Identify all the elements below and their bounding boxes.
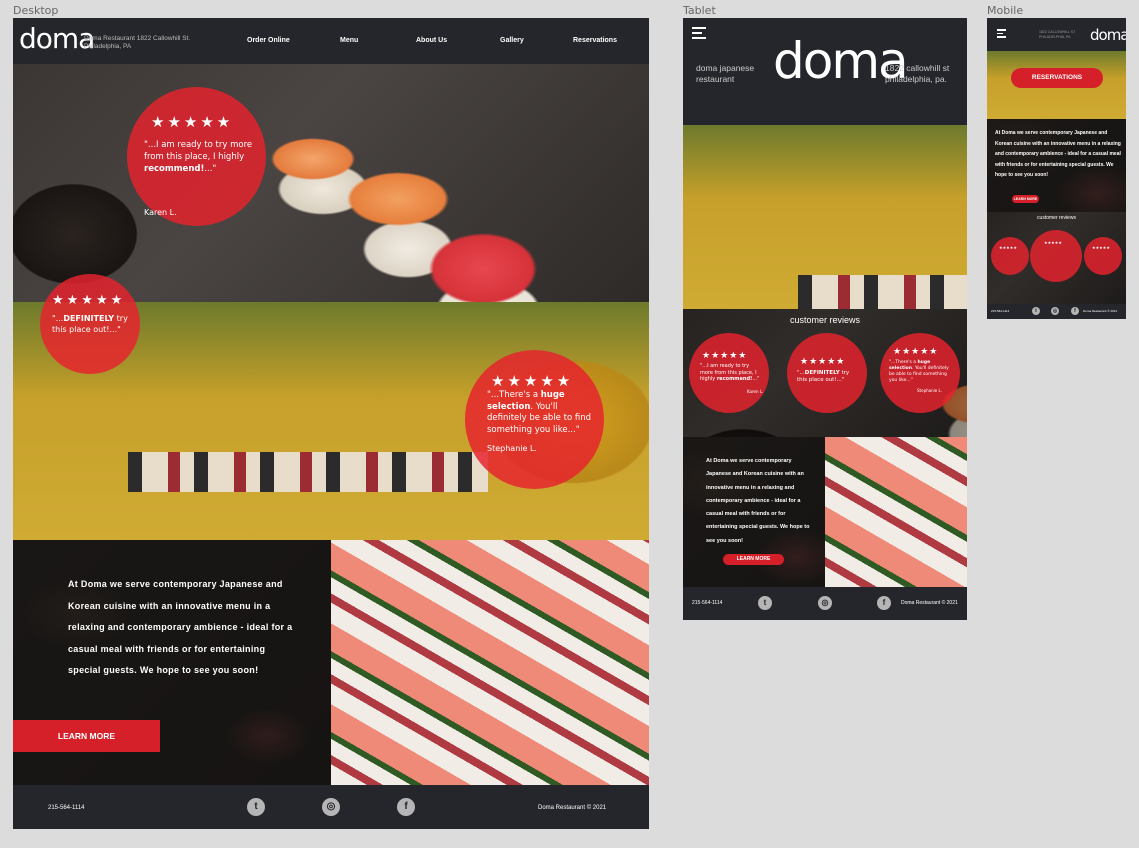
facebook-icon[interactable]: f (877, 596, 891, 610)
hamburger-menu-icon[interactable] (997, 29, 1006, 41)
nav-gallery[interactable]: Gallery (500, 37, 524, 44)
desktop-frame: doma Doma Restaurant 1822 Callowhill St.… (13, 18, 649, 829)
review-emphasis: DEFINITELY (63, 314, 115, 323)
review-text: "...There's a (487, 390, 541, 400)
review-bubble: ★★★★★ "...I am ready to try more from th… (127, 87, 266, 226)
header-address: Doma Restaurant 1822 Callowhill St. Phil… (84, 35, 191, 50)
review-author: Stephanie L. (487, 444, 537, 453)
about-text: At Doma we serve contemporary Japanese a… (706, 458, 810, 544)
star-rating: ★★★★★ (52, 292, 126, 307)
learn-more-button[interactable]: LEARN MORE (13, 720, 160, 752)
hamburger-menu-icon[interactable] (692, 27, 706, 42)
reviews-section: customer reviews ★★★★★ "...I am ready to… (683, 309, 967, 437)
review-author: Stephanie L. (917, 388, 942, 393)
desktop-header: doma Doma Restaurant 1822 Callowhill St.… (13, 18, 649, 64)
twitter-icon[interactable]: t (1032, 307, 1040, 315)
review-text: "... (52, 314, 64, 323)
review-quote: "...I am ready to try more from this pla… (700, 363, 762, 383)
review-bubble: ★★★★★ "...DEFINITELY try this place out!… (787, 333, 867, 413)
review-quote: "...DEFINITELY try this place out!..." (797, 370, 859, 384)
footer-copyright: Doma Restaurant © 2021 (901, 600, 958, 606)
desktop-footer: 215-564-1114 t ◎ f Doma Restaurant © 202… (13, 785, 649, 829)
sushi-tray-image (825, 437, 967, 587)
star-rating: ★★★★★ (999, 245, 1017, 250)
reviews-title: customer reviews (1037, 215, 1076, 221)
about-section: At Doma we serve contemporary Japanese a… (13, 540, 331, 785)
mobile-header: 1822 CALLOWHILL ST PHILADELPHIA, PA doma (987, 18, 1126, 51)
star-rating: ★★★★★ (893, 346, 939, 356)
logo-text: doma (1090, 26, 1126, 44)
reservations-button[interactable]: RESERVATIONS (1011, 68, 1103, 88)
star-rating: ★★★★★ (151, 114, 234, 131)
review-quote: "...There's a huge selection. You'll def… (487, 390, 597, 436)
review-emphasis: recommend! (716, 376, 753, 382)
header-address: 1822 CALLOWHILL ST PHILADELPHIA, PA (1039, 30, 1076, 39)
about-section: At Doma we serve contemporary Japanese a… (987, 119, 1126, 212)
mobile-frame-label: Mobile (987, 4, 1024, 17)
review-bubble: ★★★★★ (1084, 237, 1122, 275)
desktop-frame-label: Desktop (13, 4, 59, 17)
review-bubble: ★★★★★ (991, 237, 1029, 275)
nav-order-online[interactable]: Order Online (247, 37, 290, 44)
review-quote: "...DEFINITELY try this place out!..." (52, 313, 134, 335)
instagram-icon[interactable]: ◎ (322, 798, 340, 816)
reviews-section: customer reviews ★★★★★ ★★★★★ ★★★★★ (987, 212, 1126, 304)
facebook-icon[interactable]: f (1071, 307, 1079, 315)
logo[interactable]: doma (1090, 26, 1126, 44)
restaurant-name: doma japanese restaurant (696, 63, 755, 84)
about-section: At Doma we serve contemporary Japanese a… (683, 437, 825, 587)
footer-copyright: Doma Restaurant © 2021 (538, 805, 607, 811)
header-address: 1822 callowhill st philadelphia, pa. (885, 63, 950, 84)
learn-more-button[interactable]: LEARN MORE (723, 554, 784, 565)
hero-image: RESERVATIONS (987, 51, 1126, 119)
review-emphasis: recommend! (144, 164, 205, 174)
review-text-end: ..." (204, 164, 217, 174)
sushi-tray-image (331, 540, 649, 785)
footer-phone: 215-564-1114 (692, 600, 723, 606)
twitter-icon[interactable]: t (247, 798, 265, 816)
reviews-title: customer reviews (789, 315, 861, 325)
star-rating: ★★★★★ (491, 373, 574, 390)
star-rating: ★★★★★ (1092, 245, 1110, 250)
twitter-icon[interactable]: t (758, 596, 772, 610)
hero-sushi-image: ★★★★★ "...I am ready to try more from th… (13, 64, 649, 302)
about-text: At Doma we serve contemporary Japanese a… (995, 130, 1121, 178)
review-bubble: ★★★★★ "...There's a huge selection. You'… (465, 350, 604, 489)
star-rating: ★★★★★ (800, 356, 846, 366)
footer-phone: 215-564-1114 (48, 805, 85, 811)
tablet-footer: 215-564-1114 t ◎ f Doma Restaurant © 202… (683, 587, 967, 620)
footer-copyright: Doma Restaurant © 2021 (1083, 309, 1118, 313)
nav-menu[interactable]: Menu (340, 37, 358, 44)
tablet-header: doma japanese restaurant doma 1822 callo… (683, 18, 967, 125)
review-quote: "...There's a huge selection. You'll def… (889, 360, 953, 384)
platter-image: ★★★★★ "...DEFINITELY try this place out!… (13, 274, 649, 540)
instagram-icon[interactable]: ◎ (818, 596, 832, 610)
review-author: Karen L. (747, 389, 764, 394)
tablet-frame: doma japanese restaurant doma 1822 callo… (683, 18, 967, 620)
review-text: "... (797, 370, 805, 376)
review-bubble: ★★★★★ "...There's a huge selection. You'… (880, 333, 960, 413)
review-text: "...I am ready to try more from this pla… (144, 140, 253, 162)
review-quote: "...I am ready to try more from this pla… (144, 139, 254, 175)
review-bubble: ★★★★★ "...I am ready to try more from th… (689, 333, 769, 413)
about-text: At Doma we serve contemporary Japanese a… (68, 579, 293, 675)
review-emphasis: DEFINITELY (804, 370, 840, 376)
tablet-frame-label: Tablet (683, 4, 716, 17)
mobile-frame: 1822 CALLOWHILL ST PHILADELPHIA, PA doma… (987, 18, 1126, 319)
star-rating: ★★★★★ (702, 350, 748, 360)
review-text-end: ..." (752, 376, 760, 382)
nav-about-us[interactable]: About Us (416, 37, 447, 44)
instagram-icon[interactable]: ◎ (1051, 307, 1059, 315)
review-bubble: ★★★★★ (1030, 230, 1082, 282)
platter-image (683, 125, 967, 309)
review-author: Karen L. (144, 208, 177, 217)
learn-more-button[interactable]: LEARN MORE (1012, 195, 1039, 203)
mobile-footer: 215-564-1114 t ◎ f Doma Restaurant © 202… (987, 304, 1126, 319)
star-rating: ★★★★★ (1044, 240, 1062, 245)
review-bubble: ★★★★★ "...DEFINITELY try this place out!… (40, 274, 140, 374)
footer-phone: 215-564-1114 (991, 309, 1010, 313)
review-text: "...There's a (889, 360, 918, 365)
facebook-icon[interactable]: f (397, 798, 415, 816)
nav-reservations[interactable]: Reservations (573, 37, 617, 44)
